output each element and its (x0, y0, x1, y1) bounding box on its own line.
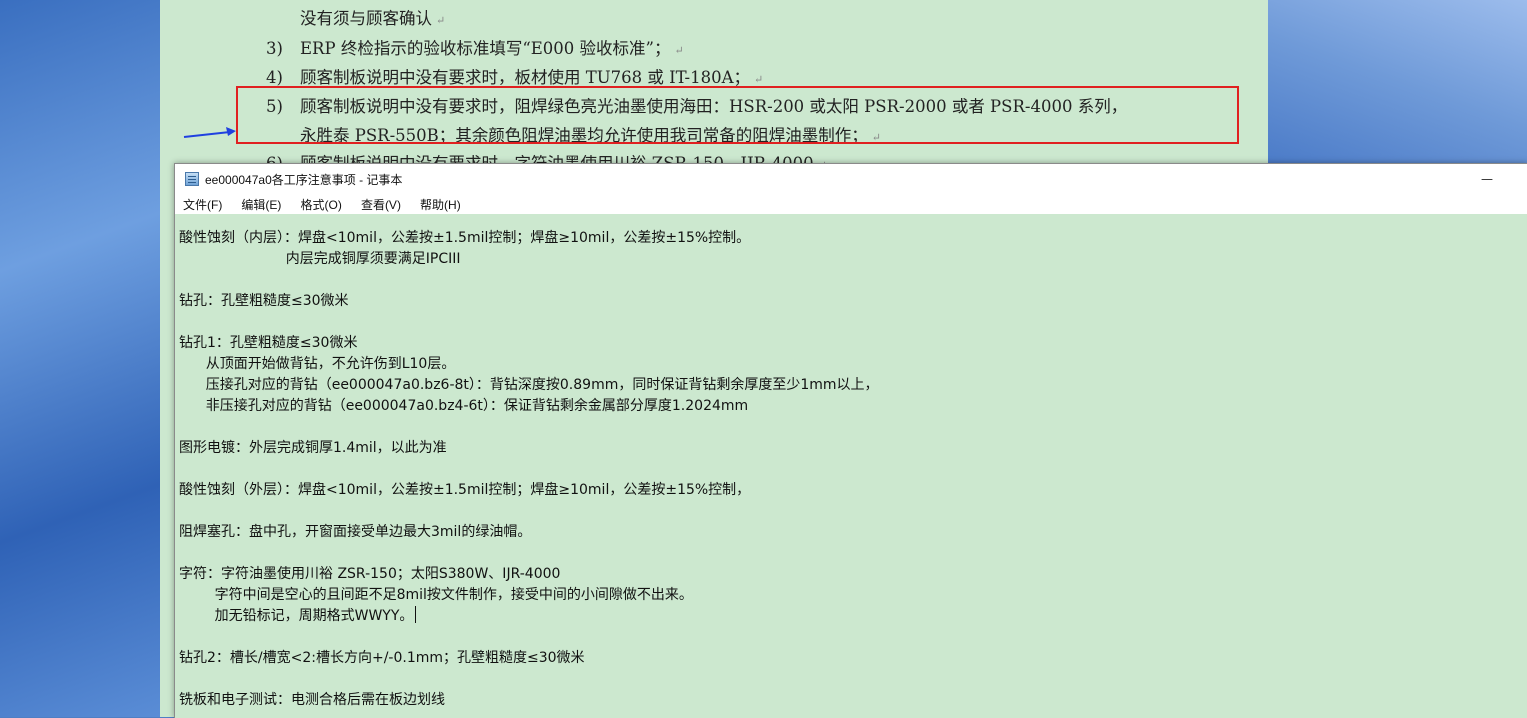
paragraph-mark: ↵ (754, 73, 764, 86)
minimize-button[interactable]: — (1464, 164, 1510, 194)
arrow-icon (183, 127, 236, 138)
notepad-window: ee000047a0各工序注意事项 - 记事本 — 文件(F) 编辑(E) 格式… (174, 163, 1527, 718)
text-caret (415, 606, 417, 623)
red-highlight-box (236, 86, 1239, 144)
text-line: 钻孔：孔壁粗糙度≤30微米 (179, 293, 349, 309)
text-line: 酸性蚀刻（内层）：焊盘<10mil，公差按±1.5mil控制；焊盘≥10mil，… (179, 230, 751, 246)
menu-file[interactable]: 文件(F) (176, 195, 229, 215)
doc-line-text: ERP 终检指示的验收标准填写“E000 验收标准”； (300, 39, 671, 58)
text-line: 阻焊塞孔：盘中孔，开窗面接受单边最大3mil的绿油帽。 (179, 524, 532, 540)
desktop-background-left (0, 0, 160, 717)
text-line: 内层完成铜厚须要满足IPCIII (179, 251, 461, 267)
text-editor-area[interactable]: 酸性蚀刻（内层）：焊盘<10mil，公差按±1.5mil控制；焊盘≥10mil，… (175, 214, 1527, 718)
text-line: 钻孔2：槽长/槽宽<2:槽长方向+/-0.1mm；孔壁粗糙度≤30微米 (179, 650, 585, 666)
menu-view[interactable]: 查看(V) (354, 195, 408, 215)
doc-line: 4) 顾客制板说明中没有要求时，板材使用 TU768 或 IT-180A； ↵ (266, 64, 763, 88)
window-title: ee000047a0各工序注意事项 - 记事本 (205, 173, 403, 187)
doc-line-text: 没有须与顾客确认 (300, 9, 432, 28)
paragraph-mark: ↵ (674, 44, 684, 57)
text-line: 钻孔1：孔壁粗糙度≤30微米 (179, 335, 358, 351)
notepad-icon (185, 172, 199, 186)
desktop-background-right (1268, 0, 1527, 165)
text-line: 非压接孔对应的背钻（ee000047a0.bz4-6t）：保证背钻剩余金属部分厚… (179, 398, 749, 414)
menu-format[interactable]: 格式(O) (294, 195, 349, 215)
text-line: 压接孔对应的背钻（ee000047a0.bz6-8t）：背钻深度按0.89mm，… (179, 377, 879, 393)
title-bar[interactable]: ee000047a0各工序注意事项 - 记事本 — (175, 164, 1527, 194)
doc-line: 没有须与顾客确认 ↵ (300, 5, 445, 29)
list-number: 3) (266, 39, 283, 58)
text-line: 图形电镀：外层完成铜厚1.4mil，以此为准 (179, 440, 447, 456)
text-line: 从顶面开始做背钻，不允许伤到L10层。 (179, 356, 456, 372)
text-line: 字符中间是空心的且间距不足8mil按文件制作，接受中间的小间隙做不出来。 (179, 587, 693, 603)
paragraph-mark: ↵ (436, 14, 446, 27)
text-line: 酸性蚀刻（外层）：焊盘<10mil，公差按±1.5mil控制；焊盘≥10mil，… (179, 482, 751, 498)
doc-line: 3) ERP 终检指示的验收标准填写“E000 验收标准”； ↵ (266, 35, 684, 59)
menu-bar: 文件(F) 编辑(E) 格式(O) 查看(V) 帮助(H) (175, 194, 1527, 214)
text-line: 加无铅标记，周期格式WWYY。 (179, 605, 417, 625)
text-line: 铣板和电子测试：电测合格后需在板边划线 (179, 692, 445, 708)
list-number: 4) (266, 68, 283, 87)
menu-help[interactable]: 帮助(H) (413, 195, 468, 215)
text-line: 字符：字符油墨使用川裕 ZSR-150；太阳S380W、IJR-4000 (179, 566, 561, 582)
menu-edit[interactable]: 编辑(E) (234, 195, 288, 215)
doc-line-text: 顾客制板说明中没有要求时，板材使用 TU768 或 IT-180A； (300, 68, 751, 87)
